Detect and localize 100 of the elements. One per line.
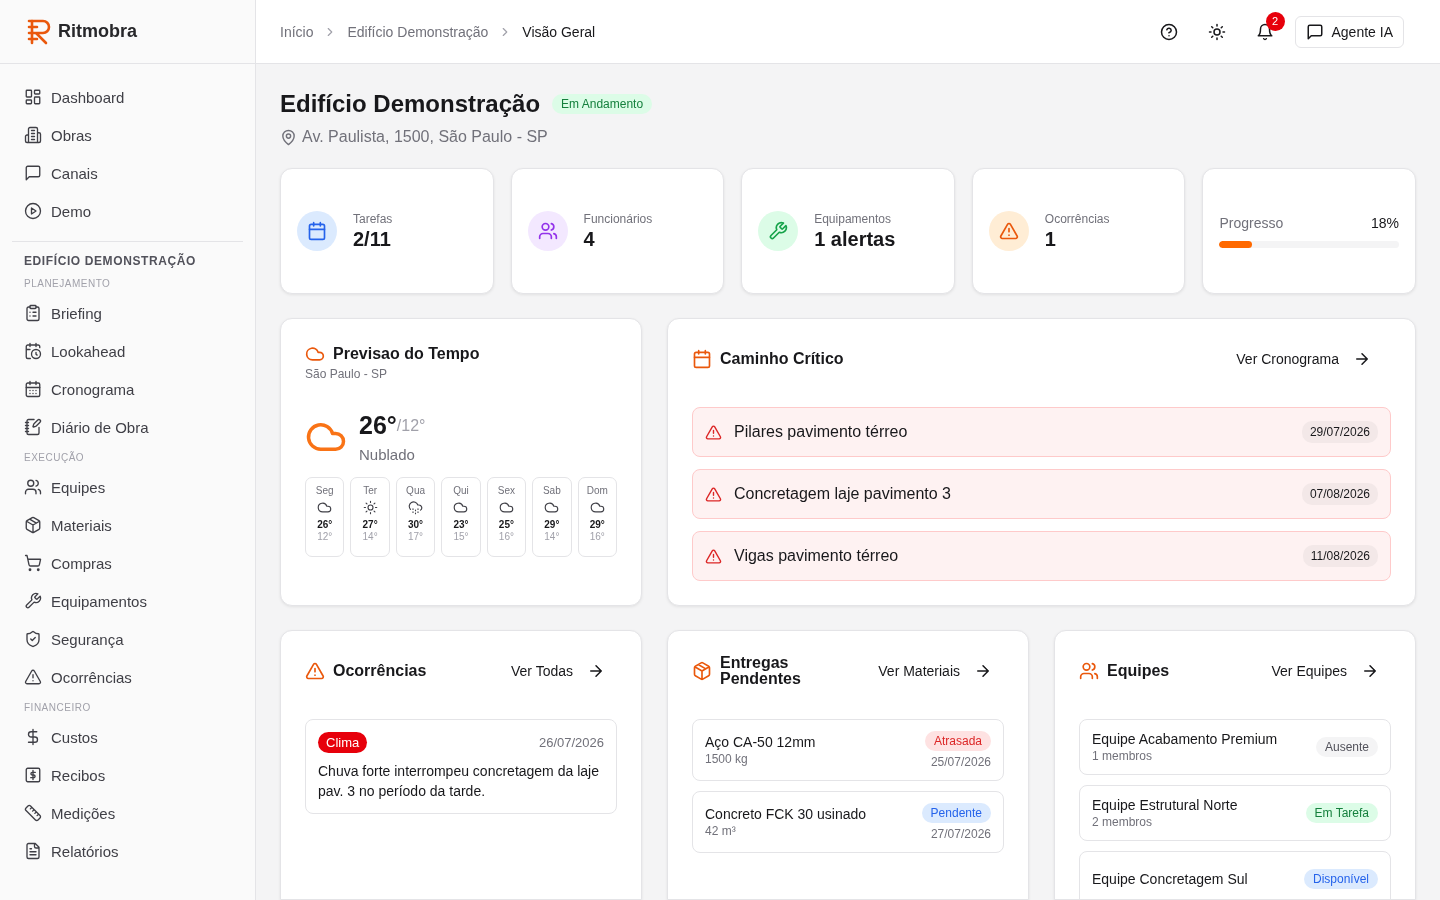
task-row[interactable]: Pilares pavimento térreo 29/07/2026 — [692, 407, 1391, 457]
arrow-right-icon — [1361, 662, 1379, 680]
members-text: 2 membros — [1092, 815, 1154, 829]
sidebar-item[interactable]: Medições — [12, 794, 243, 832]
task-name: Concretagem laje pavimento 3 — [734, 485, 952, 503]
sidebar-item[interactable]: Custos — [12, 718, 243, 756]
group-label: EXECUÇÃO — [23, 450, 86, 465]
stat-value: 18% — [1370, 214, 1399, 231]
card-title: Caminho Crítico — [720, 350, 844, 368]
sidebar-item[interactable]: Materiais — [12, 506, 243, 544]
high-temperature: 25° — [498, 519, 514, 530]
page-title: Edifício Demonstração — [280, 90, 541, 118]
card-link[interactable]: Ver Materiais — [878, 662, 1004, 680]
nav-icon — [24, 766, 42, 784]
bell-icon — [1255, 22, 1274, 41]
warning-icon — [998, 221, 1019, 241]
team-item[interactable]: Equipe Concretagem Sul Disponível — [1079, 851, 1391, 899]
card-link[interactable]: Ver Equipes — [1271, 662, 1391, 680]
high-temperature: 29° — [544, 519, 560, 530]
task-row[interactable]: Vigas pavimento térreo 11/08/2026 — [692, 531, 1391, 581]
sidebar-item[interactable]: Ocorrências — [12, 658, 243, 696]
sidebar-item[interactable]: Lookahead — [12, 332, 243, 370]
sidebar-item[interactable]: Obras — [12, 116, 243, 154]
nav-icon — [24, 804, 42, 822]
breadcrumb-link[interactable]: Edifício Demonstração — [347, 23, 489, 40]
sidebar-item[interactable]: Diário de Obra — [12, 408, 243, 446]
calendar-icon — [307, 221, 327, 241]
status-badge: Em Tarefa — [1305, 803, 1378, 823]
nav-icon — [24, 418, 42, 436]
task-row[interactable]: Concretagem laje pavimento 3 07/08/2026 — [692, 469, 1391, 519]
card-title: Ocorrências — [333, 662, 427, 680]
breadcrumb-link[interactable]: Início — [280, 23, 314, 40]
nav-icon — [24, 668, 42, 686]
nav-icon — [24, 554, 42, 572]
breadcrumb-link[interactable]: Visão Geral — [522, 23, 596, 40]
nav-icon — [24, 592, 42, 610]
agent-button[interactable]: Agente IA — [1294, 15, 1404, 48]
brand-name[interactable]: Ritmobra — [58, 21, 137, 42]
day-label: Qua — [406, 485, 425, 496]
card-link[interactable]: Ver Todas — [511, 662, 617, 680]
team-name: Equipe Acabamento Premium — [1092, 731, 1278, 747]
delivery-item[interactable]: Aço CA-50 12mm 1500 kg Atrasada 25/07/2026 — [692, 719, 1004, 781]
stat-label: Equipamentos — [814, 211, 892, 226]
cloud-icon — [305, 344, 325, 364]
high-temperature: 27° — [362, 519, 378, 530]
nav-icon — [24, 304, 42, 322]
day-label: Sex — [497, 485, 516, 496]
team-item[interactable]: Equipe Estrutural Norte 2 membros Em Tarefa — [1079, 785, 1391, 841]
nav-icon — [24, 516, 42, 534]
address-text: Av. Paulista, 1500, São Paulo - SP — [302, 128, 548, 146]
date-text: 26/07/2026 — [538, 735, 604, 750]
task-name: Pilares pavimento térreo — [734, 423, 909, 441]
team-item[interactable]: Equipe Acabamento Premium 1 membros Ausente — [1079, 719, 1391, 775]
high-temperature: 30° — [408, 519, 424, 530]
stat-label: Tarefas — [353, 211, 393, 226]
category-tag: Clima — [318, 732, 368, 753]
notifications-button[interactable]: 2 — [1246, 13, 1283, 50]
arrow-right-icon — [1353, 350, 1371, 368]
occurrence-item[interactable]: Clima 26/07/2026 Chuva forte interrompeu concretagem da laje pav. 3 no período da tarde. — [305, 719, 617, 814]
stat-label: Progresso — [1219, 214, 1284, 231]
sidebar-item[interactable]: Segurança — [12, 620, 243, 658]
stat-value: 2/11 — [353, 227, 392, 251]
sidebar-item[interactable]: Dashboard — [12, 78, 243, 116]
sidebar-item[interactable]: Equipes — [12, 468, 243, 506]
sidebar-item[interactable]: Compras — [12, 544, 243, 582]
delivery-item[interactable]: Concreto FCK 30 usinado 42 m³ Pendente 27/07/2026 — [692, 791, 1004, 853]
sidebar-item[interactable]: Recibos — [12, 756, 243, 794]
nav-icon — [24, 88, 42, 106]
date-badge: 29/07/2026 — [1301, 421, 1378, 443]
sun-icon — [1207, 22, 1226, 41]
low-temperature: 15° — [453, 531, 469, 542]
users-icon — [537, 221, 558, 241]
high-temperature: 23° — [453, 519, 469, 530]
material-name: Aço CA-50 12mm — [705, 734, 816, 750]
high-temperature: 26° — [317, 519, 333, 530]
nav-icon — [24, 478, 42, 496]
temperature: 26° — [359, 411, 397, 440]
card-link[interactable]: Ver Cronograma — [1236, 350, 1391, 368]
warning-icon — [705, 423, 722, 441]
stat-value: 1 — [1044, 227, 1057, 251]
low-temperature: 12° — [317, 531, 333, 542]
sidebar-item[interactable]: Canais — [12, 154, 243, 192]
status-badge: Disponível — [1303, 869, 1378, 889]
sidebar-item[interactable]: Demo — [12, 192, 243, 230]
condition-text: Nublado — [359, 446, 416, 463]
card-title: Entregas Pendentes — [720, 655, 802, 687]
users-icon — [1079, 661, 1099, 681]
sidebar-item[interactable]: Briefing — [12, 294, 243, 332]
sidebar-item[interactable]: Cronograma — [12, 370, 243, 408]
low-temperature: /12° — [396, 417, 426, 435]
sidebar-item[interactable]: Equipamentos — [12, 582, 243, 620]
warning-icon — [705, 547, 722, 565]
date-text: 25/07/2026 — [930, 755, 991, 769]
sidebar-item[interactable]: Relatórios — [12, 832, 243, 870]
low-temperature: 17° — [408, 531, 424, 542]
card-title: Equipes — [1107, 662, 1170, 680]
material-name: Concreto FCK 30 usinado — [705, 806, 867, 822]
status-badge: Pendente — [921, 803, 991, 823]
low-temperature: 16° — [498, 531, 514, 542]
nav-icon — [24, 202, 42, 220]
